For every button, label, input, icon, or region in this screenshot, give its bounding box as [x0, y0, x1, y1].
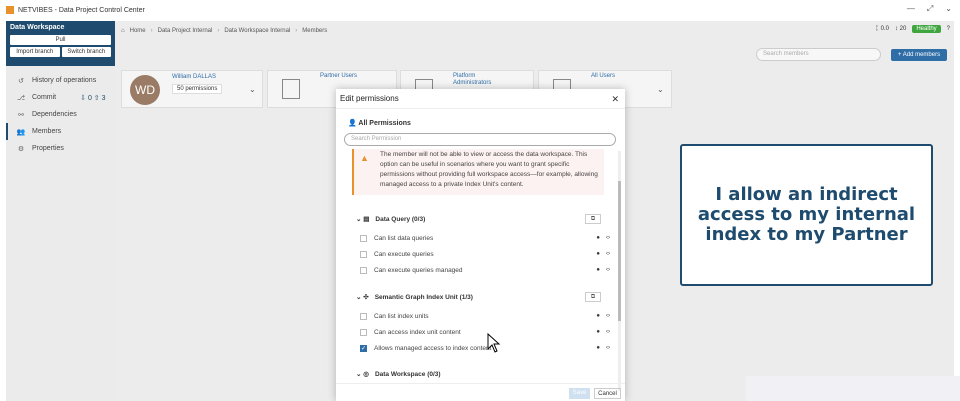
code-icon[interactable]: ‹›	[606, 251, 610, 257]
window-title: NETVIBES - Data Project Control Center	[18, 6, 145, 14]
avatar: WD	[130, 75, 160, 105]
member-name[interactable]: All Users	[591, 73, 615, 80]
member-name[interactable]: Platform Administrators	[453, 73, 513, 87]
sidebar-item-label: History of operations	[32, 77, 97, 84]
status-bar: ᛈ 0.0 ↕ 20 Healthy ?	[875, 25, 950, 33]
checkbox[interactable]	[360, 266, 367, 274]
code-icon[interactable]: ‹›	[606, 345, 610, 351]
breadcrumb: ⌂ Home › Data Project Internal › Data Work…	[121, 28, 328, 34]
overlay-panel	[746, 376, 960, 401]
permission-row[interactable]: Can list index units ● ‹›	[360, 310, 610, 322]
info-icon[interactable]: ●	[596, 313, 600, 319]
search-permission-input[interactable]: Search Permission	[344, 133, 616, 146]
close-icon[interactable]: ✕	[611, 94, 619, 105]
permission-row[interactable]: Can access index unit content ● ‹›	[360, 326, 610, 338]
members-icon: 👥	[16, 128, 26, 136]
sidebar-item-label: Commit	[32, 94, 57, 101]
chevron-down-icon[interactable]: ⌄	[657, 85, 664, 94]
save-button[interactable]: Save	[569, 388, 590, 399]
checkbox[interactable]	[360, 328, 367, 336]
gear-icon: ⚙	[17, 145, 25, 153]
permission-count[interactable]: 50 permissions	[172, 84, 223, 94]
switch-branch-button[interactable]: Switch branch	[61, 47, 111, 57]
scrollbar[interactable]	[618, 151, 621, 391]
app-window: NETVIBES - Data Project Control Center —…	[0, 0, 960, 401]
home-icon: ⌂	[121, 28, 125, 34]
app-logo-icon	[6, 6, 14, 14]
dialog-footer: Save Cancel	[336, 383, 625, 401]
checkbox[interactable]	[360, 312, 367, 320]
warning-text: The member will not be able to view or a…	[380, 151, 598, 188]
version-count: ᛈ 0.0	[875, 26, 889, 32]
code-icon[interactable]: ‹›	[606, 329, 610, 335]
breadcrumb-workspace[interactable]: Data Workspace Internal	[224, 28, 290, 34]
sidebar: Data Workspace Pull Import branch Switch…	[6, 21, 115, 401]
checkbox[interactable]	[360, 234, 367, 242]
workspace-title: Data Workspace	[10, 24, 65, 31]
sidebar-item-dependencies[interactable]: ⚯ Dependencies	[6, 106, 115, 123]
warning-icon: ▲	[360, 153, 369, 163]
add-members-button[interactable]: + Add members	[891, 49, 947, 61]
commit-counts: ⇩ 0 ⇧ 3	[80, 94, 106, 102]
section-semantic-graph[interactable]: ⌄ ✣ Semantic Graph Index Unit (1/3)	[356, 293, 473, 302]
cancel-button[interactable]: Cancel	[594, 388, 621, 399]
help-icon[interactable]: ?	[947, 26, 950, 32]
chevron-down-icon[interactable]: ⌄	[249, 85, 256, 94]
permission-row[interactable]: Can execute queries managed ● ‹›	[360, 264, 610, 276]
sidebar-item-commit[interactable]: ⎇ Commit ⇩ 0 ⇧ 3	[6, 89, 115, 106]
checkbox-checked[interactable]: ✓	[360, 344, 367, 352]
maximize-icon[interactable]: ⤢	[927, 4, 933, 14]
dependencies-icon: ⚯	[18, 111, 24, 119]
checkbox[interactable]	[360, 250, 367, 258]
breadcrumb-project[interactable]: Data Project Internal	[158, 28, 213, 34]
sidebar-item-label: Dependencies	[32, 111, 77, 118]
commit-icon: ⎇	[16, 94, 26, 102]
sidebar-item-label: Members	[32, 128, 62, 135]
copy-icon[interactable]: ⧉	[585, 214, 601, 224]
mouse-cursor-icon	[487, 333, 501, 353]
breadcrumb-home[interactable]: Home	[130, 28, 146, 34]
sidebar-item-members[interactable]: 👥 Members	[6, 123, 115, 140]
title-bar: NETVIBES - Data Project Control Center —…	[0, 0, 960, 20]
group-icon	[282, 79, 300, 99]
sidebar-nav: ↺ History of operations ⎇ Commit ⇩ 0 ⇧ 3 ⚯ D…	[6, 72, 115, 157]
info-icon[interactable]: ●	[596, 267, 600, 273]
chevron-down-icon[interactable]: ⌄	[945, 4, 952, 14]
code-icon[interactable]: ‹›	[606, 313, 610, 319]
import-branch-button[interactable]: Import branch	[10, 47, 60, 57]
info-icon[interactable]: ●	[596, 329, 600, 335]
member-name[interactable]: William DALLAS	[172, 74, 216, 80]
info-icon[interactable]: ●	[596, 345, 600, 351]
section-data-query[interactable]: ⌄ ▤ Data Query (0/3)	[356, 215, 425, 224]
callout-box: I allow an indirect access to my interna…	[680, 144, 933, 286]
branch-count: ↕ 20	[894, 26, 907, 32]
status-badge: Healthy	[912, 25, 941, 33]
code-icon[interactable]: ‹›	[606, 235, 610, 241]
sidebar-item-label: Properties	[32, 145, 64, 152]
sidebar-item-properties[interactable]: ⚙ Properties	[6, 140, 115, 157]
minimize-icon[interactable]: —	[907, 4, 915, 14]
history-icon: ↺	[18, 77, 24, 85]
permission-row[interactable]: Can list data queries ● ‹›	[360, 232, 610, 244]
workspace-panel: Data Workspace Pull Import branch Switch…	[6, 21, 115, 66]
permission-row[interactable]: Can execute queries ● ‹›	[360, 248, 610, 260]
all-permissions-label: 👤 All Permissions	[348, 120, 411, 127]
section-data-workspace[interactable]: ⌄ ◎ Data Workspace (0/3)	[356, 370, 441, 379]
search-members-input[interactable]: Search members	[756, 48, 881, 61]
edit-permissions-dialog: Edit permissions ✕ 👤 All Permissions Sea…	[336, 89, 625, 401]
member-card[interactable]: WD William DALLAS 50 permissions ⌄	[121, 70, 263, 108]
member-name[interactable]: Partner Users	[320, 73, 357, 80]
info-icon[interactable]: ●	[596, 235, 600, 241]
pull-button[interactable]: Pull	[10, 35, 111, 45]
copy-icon[interactable]: ⧉	[585, 292, 601, 302]
permission-row[interactable]: ✓ Allows managed access to index content ●…	[360, 342, 610, 354]
sidebar-item-history[interactable]: ↺ History of operations	[6, 72, 115, 89]
dialog-title: Edit permissions	[336, 89, 625, 109]
code-icon[interactable]: ‹›	[606, 267, 610, 273]
warning-box: ▲ The member will not be able to view or…	[352, 149, 604, 195]
info-icon[interactable]: ●	[596, 251, 600, 257]
breadcrumb-members: Members	[302, 28, 328, 34]
